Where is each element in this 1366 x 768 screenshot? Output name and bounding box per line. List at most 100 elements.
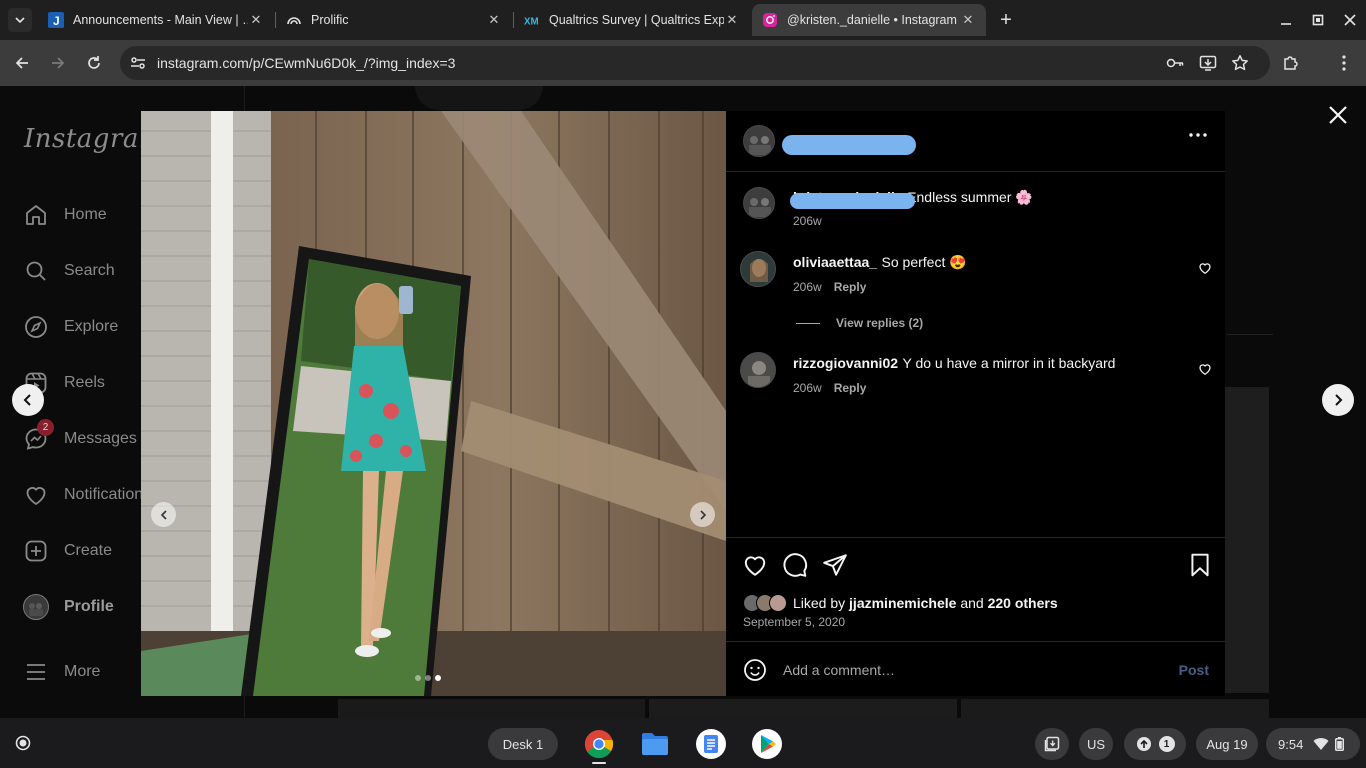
author-avatar[interactable]: [743, 125, 775, 157]
chevron-right-icon: [1335, 394, 1343, 406]
tab-prolific[interactable]: Prolific ✕: [276, 4, 512, 36]
sidebar-item-label: Reels: [64, 374, 105, 391]
search-icon: [22, 257, 50, 285]
extensions-button[interactable]: [1279, 51, 1303, 75]
close-icon: [1344, 14, 1356, 26]
chrome-app[interactable]: [583, 728, 615, 760]
carousel-dot-active: [435, 675, 441, 681]
caption-time[interactable]: 206w: [793, 214, 822, 228]
docs-app[interactable]: [695, 728, 727, 760]
comment-button[interactable]: [782, 552, 808, 578]
sidebar-item-label: More: [64, 663, 101, 680]
caption-avatar[interactable]: [743, 187, 775, 219]
previous-image-button[interactable]: [151, 502, 176, 527]
launcher-button[interactable]: [9, 729, 37, 757]
reload-button[interactable]: [82, 51, 106, 75]
carousel-dot: [425, 675, 431, 681]
add-comment-bar: Add a comment… Post: [726, 641, 1225, 696]
next-post-button[interactable]: [1322, 384, 1354, 416]
next-image-button[interactable]: [690, 502, 715, 527]
back-button[interactable]: [10, 51, 34, 75]
like-button[interactable]: [742, 552, 768, 578]
notification-count: 1: [1158, 736, 1175, 752]
close-tab-icon[interactable]: ✕: [486, 12, 502, 28]
chrome-menu-button[interactable]: [1332, 51, 1356, 75]
address-bar[interactable]: instagram.com/p/CEwmNu6D0k_/?img_index=3: [120, 46, 1270, 80]
key-icon[interactable]: [1166, 54, 1184, 72]
restore-icon: [1312, 14, 1324, 26]
post-image[interactable]: [141, 111, 726, 696]
profile-avatar: [22, 593, 50, 621]
holding-space-button[interactable]: [1035, 728, 1069, 760]
j-logo-icon: J: [48, 12, 64, 28]
compass-icon: [22, 313, 50, 341]
view-replies-button[interactable]: View replies (2): [796, 316, 923, 330]
tab-search-button[interactable]: [8, 8, 32, 32]
liked-by-user[interactable]: jjazminemichele: [849, 595, 956, 611]
prolific-icon: [286, 12, 302, 28]
ime-menu-button[interactable]: US: [1079, 728, 1113, 760]
date-tray[interactable]: Aug 19: [1196, 728, 1258, 760]
close-window-button[interactable]: [1339, 9, 1361, 31]
heart-icon: [744, 556, 766, 576]
save-button[interactable]: [1187, 552, 1213, 578]
close-modal-button[interactable]: [1326, 103, 1350, 127]
tab-announcements[interactable]: J Announcements - Main View | … ✕: [38, 4, 274, 36]
bookmark-star-icon[interactable]: [1231, 54, 1249, 72]
desk-switcher[interactable]: Desk 1: [488, 728, 558, 760]
menu-icon: [22, 658, 50, 686]
close-tab-icon[interactable]: ✕: [724, 12, 740, 28]
tab-instagram[interactable]: @kristen._danielle • Instagram ✕: [752, 4, 986, 36]
like-comment-button[interactable]: [1198, 362, 1212, 376]
new-tab-button[interactable]: +: [995, 9, 1017, 31]
like-comment-button[interactable]: [1198, 261, 1212, 275]
play-store-app[interactable]: [751, 728, 783, 760]
comment-text: So perfect 😍: [881, 254, 967, 270]
liked-by-and: and: [960, 595, 984, 611]
reply-button[interactable]: Reply: [834, 381, 867, 395]
redaction-mark: [790, 193, 915, 209]
battery-icon: [1335, 737, 1345, 751]
post-comment-button[interactable]: Post: [1179, 662, 1209, 678]
maximize-button[interactable]: [1307, 9, 1329, 31]
commenter-avatar[interactable]: [740, 251, 776, 287]
close-tab-icon[interactable]: ✕: [248, 12, 264, 28]
commenter-avatar[interactable]: [740, 352, 776, 388]
arrow-left-icon: [15, 57, 28, 69]
arrow-right-icon: [52, 57, 65, 69]
background-divider: [1227, 334, 1273, 335]
notification-tray[interactable]: 1: [1124, 728, 1186, 760]
carousel-dot: [415, 675, 421, 681]
chrome-icon: [584, 730, 614, 759]
comment-username[interactable]: oliviaaettaa_: [793, 254, 877, 270]
sidebar-item-label: Profile: [64, 598, 114, 615]
close-tab-icon[interactable]: ✕: [960, 12, 976, 28]
share-button[interactable]: [822, 552, 848, 578]
tab-qualtrics[interactable]: XM Qualtrics Survey | Qualtrics Exp ✕: [514, 4, 750, 36]
files-app[interactable]: [639, 728, 671, 760]
minimize-icon: [1281, 23, 1291, 25]
comment-username[interactable]: rizzogiovanni02: [793, 355, 898, 371]
url-text[interactable]: instagram.com/p/CEwmNu6D0k_/?img_index=3: [157, 55, 455, 71]
liked-by-others[interactable]: 220 others: [988, 595, 1058, 611]
messenger-icon: 2: [22, 419, 54, 453]
background-grid-tile: [1225, 387, 1269, 693]
chevron-right-icon: [699, 509, 706, 520]
liker-avatars: [743, 594, 787, 612]
chromeos-shelf: Desk 1 US 1 Aug 19 9:54: [0, 718, 1366, 768]
reload-icon: [88, 56, 100, 69]
comment-time[interactable]: 206w: [793, 381, 822, 395]
browser-toolbar: instagram.com/p/CEwmNu6D0k_/?img_index=3: [0, 40, 1366, 86]
site-info-icon[interactable]: [129, 54, 147, 72]
more-options-button[interactable]: [1189, 133, 1207, 137]
emoji-button[interactable]: [743, 658, 767, 682]
comment-input[interactable]: Add a comment…: [783, 662, 895, 678]
forward-button[interactable]: [46, 51, 70, 75]
install-app-icon[interactable]: [1199, 54, 1217, 72]
comment-time[interactable]: 206w: [793, 280, 822, 294]
minimize-button[interactable]: [1275, 9, 1297, 31]
status-tray[interactable]: 9:54: [1266, 728, 1360, 760]
reply-button[interactable]: Reply: [834, 280, 867, 294]
post-date[interactable]: September 5, 2020: [743, 615, 845, 629]
previous-post-button[interactable]: [12, 384, 44, 416]
